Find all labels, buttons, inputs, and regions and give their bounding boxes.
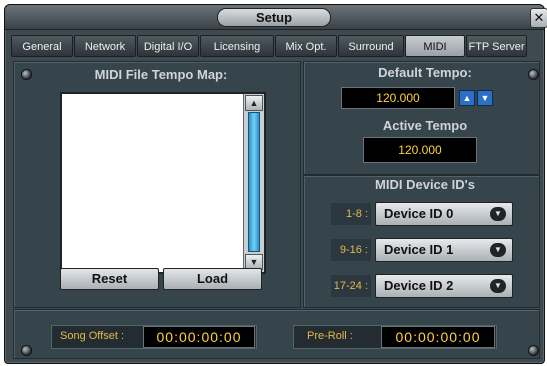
load-button[interactable]: Load <box>163 268 262 290</box>
device-id-select-1-8[interactable]: Device ID 0 ▼ <box>375 202 513 226</box>
tab-surround[interactable]: Surround <box>338 35 404 57</box>
title-bar[interactable]: Setup ✕ <box>5 5 547 30</box>
close-button[interactable]: ✕ <box>530 8 547 28</box>
reset-button[interactable]: Reset <box>60 268 159 290</box>
device-range-label: 9-16 : <box>331 239 371 261</box>
tab-bar: General Network Digital I/O Licensing Mi… <box>11 35 544 57</box>
scroll-up-icon[interactable]: ▲ <box>245 95 263 111</box>
device-id-value: Device ID 1 <box>384 242 454 257</box>
device-range-label: 1-8 : <box>331 203 371 225</box>
tempo-map-title: MIDI File Tempo Map: <box>94 67 228 82</box>
screw-icon <box>528 69 539 80</box>
device-id-select-17-24[interactable]: Device ID 2 ▼ <box>375 274 513 298</box>
device-id-value: Device ID 0 <box>384 206 454 221</box>
tab-digital-io[interactable]: Digital I/O <box>137 35 199 57</box>
tab-midi[interactable]: MIDI <box>405 35 465 57</box>
pre-roll-field[interactable]: 00:00:00:00 <box>381 326 495 348</box>
setup-window: Setup ✕ General Network Digital I/O Lice… <box>4 4 547 364</box>
device-range-label: 17-24 : <box>331 275 371 297</box>
device-id-select-9-16[interactable]: Device ID 1 ▼ <box>375 238 513 262</box>
chevron-down-icon: ▼ <box>490 279 506 293</box>
tempo-down-icon[interactable]: ▼ <box>477 90 493 106</box>
tempo-up-icon[interactable]: ▲ <box>459 90 475 106</box>
active-tempo-display: 120.000 <box>363 137 477 163</box>
song-offset-field[interactable]: 00:00:00:00 <box>143 326 255 348</box>
active-tempo-title: Active Tempo <box>382 118 468 133</box>
default-tempo-field[interactable]: 120.000 <box>341 87 455 109</box>
pre-roll-label: Pre-Roll : <box>307 330 353 342</box>
chevron-down-icon: ▼ <box>490 207 506 221</box>
screw-icon <box>21 345 32 356</box>
tab-ftp-server[interactable]: FTP Server <box>466 35 527 57</box>
tab-licensing[interactable]: Licensing <box>200 35 274 57</box>
tempo-map-scrollbar[interactable]: ▲ ▼ <box>243 94 264 272</box>
midi-device-title: MIDI Device ID's <box>375 177 475 192</box>
tab-mix-opt[interactable]: Mix Opt. <box>275 35 337 57</box>
tempo-map-list[interactable]: ▲ ▼ <box>60 92 266 274</box>
song-offset-label: Song Offset : <box>60 330 125 342</box>
screw-icon <box>21 69 32 80</box>
device-id-value: Device ID 2 <box>384 278 454 293</box>
chevron-down-icon: ▼ <box>490 243 506 257</box>
tab-general[interactable]: General <box>11 35 73 57</box>
window-title: Setup <box>217 8 331 27</box>
screw-icon <box>528 345 539 356</box>
scroll-thumb[interactable] <box>248 112 260 252</box>
default-tempo-title: Default Tempo: <box>378 65 472 80</box>
tab-network[interactable]: Network <box>74 35 136 57</box>
